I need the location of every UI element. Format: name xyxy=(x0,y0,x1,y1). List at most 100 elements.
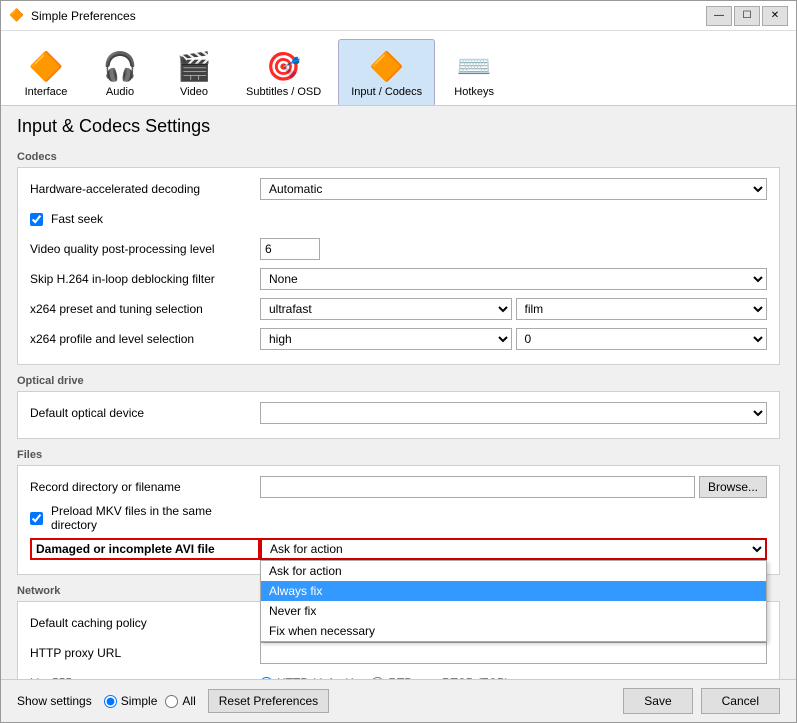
x264-profile-label: x264 profile and level selection xyxy=(30,332,260,346)
window-controls: — ☐ ✕ xyxy=(706,6,788,26)
dropdown-item-ask[interactable]: Ask for action xyxy=(261,561,766,581)
footer-right: Save Cancel xyxy=(623,688,780,714)
record-row: Record directory or filename Browse... xyxy=(30,474,767,500)
damaged-select-wrap: Ask for action Always fix Never fix Fix … xyxy=(260,538,767,560)
tab-subtitles[interactable]: 🎯 Subtitles / OSD xyxy=(233,39,334,105)
title-bar: 🔶 Simple Preferences — ☐ ✕ xyxy=(1,1,796,31)
title-text: Simple Preferences xyxy=(31,9,136,23)
all-radio[interactable] xyxy=(165,695,178,708)
record-input[interactable] xyxy=(260,476,695,498)
tab-audio[interactable]: 🎧 Audio xyxy=(85,39,155,105)
skip-h264-control: None Non-ref Bidir Non-key All xyxy=(260,268,767,290)
minimize-button[interactable]: — xyxy=(706,6,732,26)
hw-decoding-row: Hardware-accelerated decoding Automatic … xyxy=(30,176,767,202)
proxy-input[interactable] xyxy=(260,642,767,664)
input-icon: 🔶 xyxy=(367,46,407,86)
optical-device-row: Default optical device xyxy=(30,400,767,426)
x264-preset-row: x264 preset and tuning selection ultrafa… xyxy=(30,296,767,322)
hotkeys-icon: ⌨️ xyxy=(454,46,494,86)
fast-seek-checkbox[interactable] xyxy=(30,213,43,226)
damaged-dropdown: Ask for action Always fix Never fix Fix … xyxy=(260,560,767,642)
nav-tabs: 🔶 Interface 🎧 Audio 🎬 Video 🎯 Subtitles … xyxy=(1,31,796,106)
video-icon: 🎬 xyxy=(174,46,214,86)
all-radio-label: All xyxy=(165,694,195,708)
interface-icon: 🔶 xyxy=(26,46,66,86)
cancel-button[interactable]: Cancel xyxy=(701,688,780,714)
files-section-content: Record directory or filename Browse... P… xyxy=(17,465,780,575)
x264-tune-select[interactable]: film animation grain stillimage psnr ssi… xyxy=(516,298,768,320)
simple-radio-label: Simple xyxy=(104,694,158,708)
fast-seek-row: Fast seek xyxy=(30,206,767,232)
x264-profile-select[interactable]: high main baseline high10 high422 high44… xyxy=(260,328,512,350)
optical-device-control xyxy=(260,402,767,424)
optical-section-content: Default optical device xyxy=(17,391,780,439)
skip-h264-select[interactable]: None Non-ref Bidir Non-key All xyxy=(260,268,767,290)
content-area: Codecs Hardware-accelerated decoding Aut… xyxy=(1,145,796,679)
close-button[interactable]: ✕ xyxy=(762,6,788,26)
files-section-label: Files xyxy=(17,449,780,461)
caching-label: Default caching policy xyxy=(30,616,260,630)
proxy-row: HTTP proxy URL xyxy=(30,640,767,666)
files-section: Files Record directory or filename Brows… xyxy=(17,449,780,575)
optical-device-select[interactable] xyxy=(260,402,767,424)
x264-preset-control: ultrafast superfast veryfast faster fast… xyxy=(260,298,767,320)
preload-mkv-row: Preload MKV files in the same directory xyxy=(30,504,767,532)
all-radio-text: All xyxy=(182,694,195,708)
optical-section: Optical drive Default optical device xyxy=(17,375,780,439)
quality-control xyxy=(260,238,767,260)
x264-profile-row: x264 profile and level selection high ma… xyxy=(30,326,767,352)
browse-button[interactable]: Browse... xyxy=(699,476,767,498)
x264-preset-select[interactable]: ultrafast superfast veryfast faster fast… xyxy=(260,298,512,320)
page-title: Input & Codecs Settings xyxy=(1,106,796,145)
quality-input[interactable] xyxy=(260,238,320,260)
dropdown-item-fix-when[interactable]: Fix when necessary xyxy=(261,621,766,641)
record-label: Record directory or filename xyxy=(30,480,260,494)
preload-mkv-label: Preload MKV files in the same directory xyxy=(30,504,260,532)
footer-left: Show settings Simple All Reset Preferenc… xyxy=(17,689,329,713)
optical-device-label: Default optical device xyxy=(30,406,260,420)
fast-seek-label: Fast seek xyxy=(30,212,260,226)
settings-radio-group: Simple All xyxy=(104,694,196,708)
quality-label: Video quality post-processing level xyxy=(30,242,260,256)
audio-icon: 🎧 xyxy=(100,46,140,86)
hw-decoding-control: Automatic DirectX VA 2.0 (DXVA2) D3D11 v… xyxy=(260,178,767,200)
hw-decoding-select[interactable]: Automatic DirectX VA 2.0 (DXVA2) D3D11 v… xyxy=(260,178,767,200)
codecs-section-label: Codecs xyxy=(17,151,780,163)
quality-row: Video quality post-processing level xyxy=(30,236,767,262)
subtitles-icon: 🎯 xyxy=(264,46,304,86)
footer: Show settings Simple All Reset Preferenc… xyxy=(1,679,796,722)
tab-video[interactable]: 🎬 Video xyxy=(159,39,229,105)
damaged-select[interactable]: Ask for action Always fix Never fix Fix … xyxy=(260,538,767,560)
codecs-section: Codecs Hardware-accelerated decoding Aut… xyxy=(17,151,780,365)
tab-input-codecs[interactable]: 🔶 Input / Codecs xyxy=(338,39,435,105)
simple-radio-text: Simple xyxy=(121,694,158,708)
preload-mkv-checkbox[interactable] xyxy=(30,512,43,525)
x264-profile-dual: high main baseline high10 high422 high44… xyxy=(260,328,767,350)
tab-interface[interactable]: 🔶 Interface xyxy=(11,39,81,105)
record-input-group: Browse... xyxy=(260,476,767,498)
dropdown-item-never[interactable]: Never fix xyxy=(261,601,766,621)
live555-row: Live555 stream transport HTTP (default) … xyxy=(30,670,767,679)
proxy-control xyxy=(260,642,767,664)
dropdown-item-always[interactable]: Always fix xyxy=(261,581,766,601)
proxy-label: HTTP proxy URL xyxy=(30,646,260,660)
codecs-section-content: Hardware-accelerated decoding Automatic … xyxy=(17,167,780,365)
reset-preferences-button[interactable]: Reset Preferences xyxy=(208,689,329,713)
simple-radio[interactable] xyxy=(104,695,117,708)
app-icon: 🔶 xyxy=(9,8,25,24)
optical-section-label: Optical drive xyxy=(17,375,780,387)
x264-preset-dual: ultrafast superfast veryfast faster fast… xyxy=(260,298,767,320)
x264-preset-label: x264 preset and tuning selection xyxy=(30,302,260,316)
x264-level-select[interactable]: 0 1 1.1 1.2 2 3 3.1 4 xyxy=(516,328,768,350)
title-bar-left: 🔶 Simple Preferences xyxy=(9,8,136,24)
skip-h264-row: Skip H.264 in-loop deblocking filter Non… xyxy=(30,266,767,292)
hw-decoding-label: Hardware-accelerated decoding xyxy=(30,182,260,196)
app-window: 🔶 Simple Preferences — ☐ ✕ 🔶 Interface 🎧… xyxy=(0,0,797,723)
x264-profile-control: high main baseline high10 high422 high44… xyxy=(260,328,767,350)
skip-h264-label: Skip H.264 in-loop deblocking filter xyxy=(30,272,260,286)
tab-hotkeys[interactable]: ⌨️ Hotkeys xyxy=(439,39,509,105)
save-button[interactable]: Save xyxy=(623,688,692,714)
maximize-button[interactable]: ☐ xyxy=(734,6,760,26)
show-settings-label: Show settings xyxy=(17,694,92,708)
damaged-row: Damaged or incomplete AVI file Ask for a… xyxy=(30,536,767,562)
